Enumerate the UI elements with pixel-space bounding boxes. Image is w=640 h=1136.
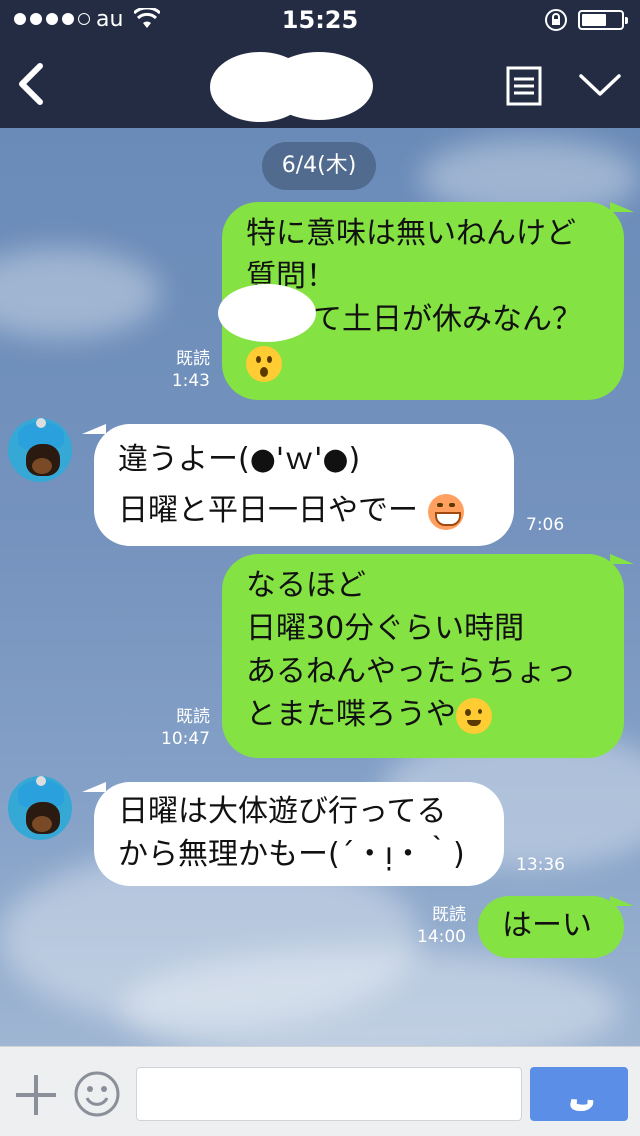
battery-icon <box>578 10 628 30</box>
message-input[interactable] <box>136 1067 522 1121</box>
notes-list-icon[interactable] <box>506 66 542 110</box>
message-line: から無理かもー(´・ᴉ・｀) <box>118 837 465 872</box>
contact-avatar[interactable] <box>8 418 72 482</box>
read-receipt: 既読 <box>176 349 210 369</box>
contact-avatar[interactable] <box>8 776 72 840</box>
message-line: 違うよー(●'ｗ'●) <box>118 442 361 477</box>
text-redaction <box>218 284 316 342</box>
bubble-tail <box>610 554 634 564</box>
rotation-lock-icon <box>544 8 568 36</box>
bubble-tail <box>610 896 634 906</box>
back-chevron-icon[interactable] <box>14 62 46 110</box>
message-line: 日曜と平日一日やでー <box>118 489 490 532</box>
message-line: とまた喋ろうや <box>246 693 600 736</box>
incoming-message[interactable]: 日曜は大体遊び行ってる から無理かもー(´・ᴉ・｀) <box>94 782 504 886</box>
bubble-tail <box>82 424 106 434</box>
grinning-face-emoji <box>427 493 464 530</box>
message-meta: 既読 10:47 <box>150 706 210 750</box>
message-line: はーい <box>502 908 592 943</box>
message-line: 特に意味は無いねんけど <box>246 216 576 251</box>
bubble-tail <box>82 782 106 792</box>
message-input-bar <box>0 1046 640 1136</box>
status-bar: au 15:25 <box>0 0 640 40</box>
date-separator: 6/4(木) <box>262 142 376 190</box>
message-time: 13:36 <box>516 855 565 875</box>
smiley-icon[interactable] <box>74 1071 120 1121</box>
chevron-down-icon[interactable] <box>578 72 622 102</box>
incoming-message[interactable]: 違うよー(●'ｗ'●) 日曜と平日一日やでー <box>94 424 514 546</box>
bubble-tail <box>610 202 634 212</box>
outgoing-message[interactable]: はーい <box>478 896 624 958</box>
chat-area[interactable]: 6/4(木) 特に意味は無いねんけど 質問！ て土日が休みなん？ 既読 1:43… <box>0 128 640 1046</box>
message-time: 7:06 <box>526 515 565 535</box>
read-receipt: 既読 <box>176 707 210 727</box>
message-line: 日曜は大体遊び行ってる <box>118 794 447 829</box>
message-line: あるねんやったらちょっ <box>246 654 576 689</box>
top-bar: au 15:25 <box>0 0 640 128</box>
message-line: 日曜30分ぐらい時間 <box>246 611 525 646</box>
message-meta: 既読 14:00 <box>410 904 466 948</box>
message-line: なるほど <box>246 568 366 603</box>
message-meta: 既読 1:43 <box>160 348 210 392</box>
name-redaction <box>265 52 373 120</box>
read-receipt: 既読 <box>432 905 466 925</box>
winking-face-emoji <box>456 697 492 734</box>
call-button[interactable] <box>530 1067 628 1121</box>
message-time: 10:47 <box>161 729 210 749</box>
message-time: 14:00 <box>417 927 466 947</box>
plus-icon[interactable] <box>14 1073 58 1121</box>
phone-icon <box>570 1099 594 1111</box>
message-time: 1:43 <box>171 371 210 391</box>
outgoing-message[interactable]: なるほど 日曜30分ぐらい時間 あるねんやったらちょっ とまた喋ろうや <box>222 554 624 758</box>
surprised-face-emoji <box>246 345 282 382</box>
